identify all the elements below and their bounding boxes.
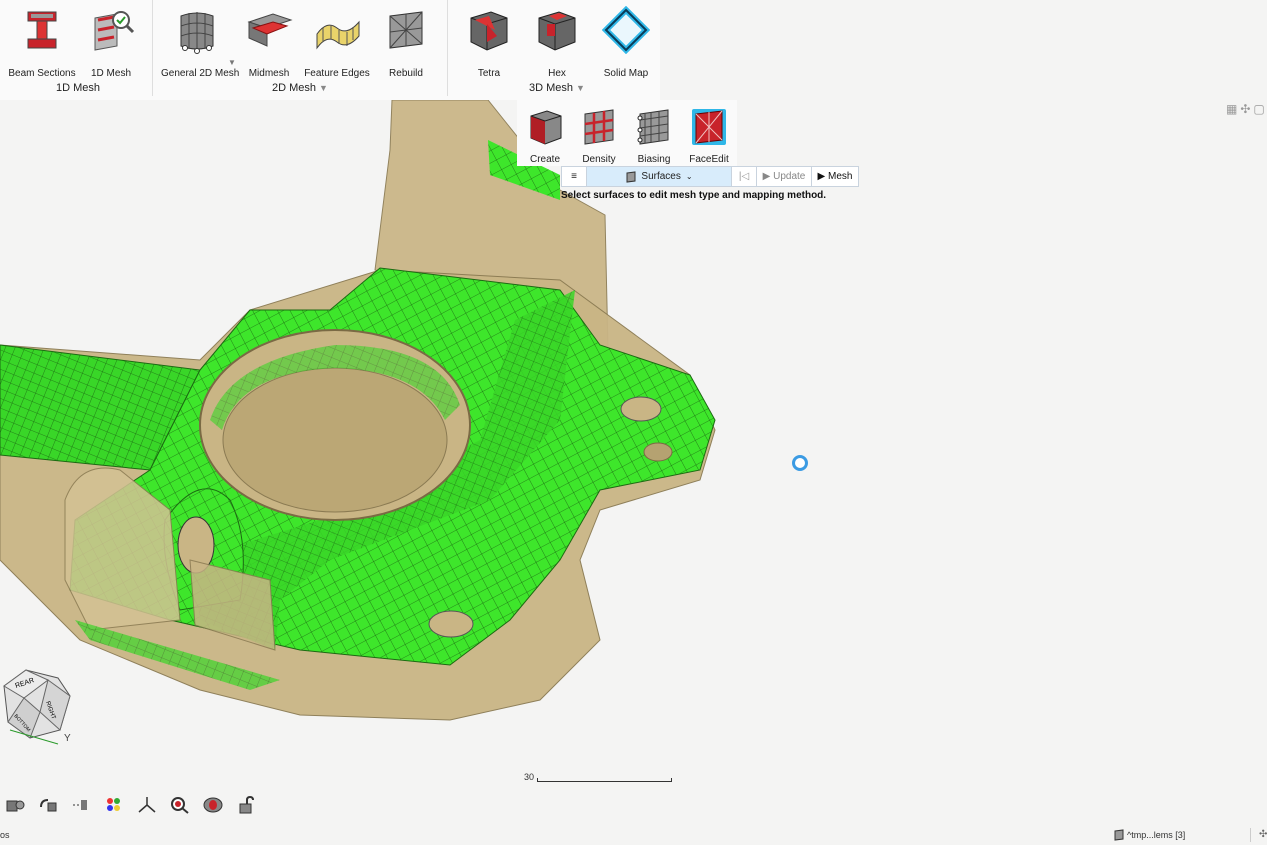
general-2d-mesh-icon [180,12,214,54]
move-icon[interactable]: ✣ [1240,102,1250,116]
surfaces-selector-label: Surfaces [641,171,681,182]
bolt-hole [428,610,474,638]
beam-sections-label: Beam Sections [8,68,76,79]
menu-icon[interactable]: ≡ [562,167,587,186]
mesh-button[interactable]: ▶ Mesh [812,167,858,186]
density-label: Density [582,154,616,165]
tetra-label: Tetra [477,68,501,79]
status-collector-label: ^tmp...lems [3] [1127,830,1186,840]
group-label-2d-mesh-text: 2D Mesh [272,82,317,94]
status-separator [1250,828,1251,842]
graphics-viewport[interactable] [0,99,1267,790]
zoom-fit-icon[interactable] [168,794,192,816]
rebuild-label: Rebuild [389,68,423,79]
midmesh-icon [247,13,293,47]
status-left-text: os [0,830,10,840]
busy-spinner-icon [792,455,808,471]
hex-icon [538,11,576,51]
view-model-icon[interactable] [201,794,225,816]
viewport-corner-icons: ▦ ✣ ▢ [1226,102,1267,116]
first-step-button[interactable]: |◁ [732,167,757,186]
window-icon[interactable]: ▢ [1253,102,1264,116]
general-2d-mesh-tool[interactable]: General 2D Mesh [161,6,240,79]
feature-edges-tool[interactable]: Feature Edges [301,6,373,79]
create-label: Create [529,154,560,165]
1d-mesh-label: 1D Mesh [90,68,131,79]
faceedit-icon [692,109,726,145]
rotate-view-icon[interactable] [36,794,60,816]
1d-mesh-tool[interactable]: 1D Mesh [75,6,147,79]
create-icon [530,110,562,145]
scale-bar [537,778,672,782]
ribbon-separator [152,0,153,96]
chevron-down-icon: ⌄ [685,172,693,181]
biasing-icon [637,109,669,145]
section-cut-icon[interactable] [69,794,93,816]
biasing-label: Biasing [637,154,671,165]
surface-icon [626,170,636,183]
camera-icon[interactable] [3,794,27,816]
grid-icon[interactable]: ▦ [1226,102,1237,116]
scale-label: 30 [524,772,535,782]
tetra-icon [470,11,508,51]
group-label-2d-mesh: 2D Mesh ▼ [272,82,328,94]
solid-map-icon [602,6,650,54]
midmesh-tool[interactable]: Midmesh [233,6,305,79]
ribbon: Beam Sections 1D Mesh 1D Mesh General 2D… [0,0,660,100]
bolt-hole [620,396,662,422]
lock-icon[interactable] [234,794,258,816]
midmesh-label: Midmesh [248,68,290,79]
hex-tool[interactable]: Hex [521,6,593,79]
general-2d-mesh-label: General 2D Mesh [161,68,240,79]
solid-map-label: Solid Map [603,68,649,79]
hex-label: Hex [548,68,566,79]
solid-map-tool[interactable]: Solid Map [590,6,662,79]
update-button[interactable]: ▶ Update [757,167,812,186]
1d-mesh-icon [94,11,135,51]
ribbon-separator [447,0,448,96]
create-tool[interactable]: Create [517,106,573,165]
density-icon [584,109,614,145]
color-palette-icon[interactable] [102,794,126,816]
rebuild-tool[interactable]: Rebuild [370,6,442,79]
surface-icon [1114,829,1124,841]
status-settings-icon[interactable]: ✣ [1259,829,1267,840]
tetra-tool[interactable]: Tetra [453,6,525,79]
group-label-3d-mesh: 3D Mesh ▼ [529,82,585,94]
group-label-3d-mesh-text: 3D Mesh [529,82,574,94]
status-collector[interactable]: ^tmp...lems [3] [1114,829,1185,841]
surfaces-selector[interactable]: Surfaces ⌄ [587,167,732,186]
bottom-toolbar [3,794,258,816]
feature-edges-label: Feature Edges [304,68,370,79]
model-render[interactable] [0,99,1267,790]
guide-message: Select surfaces to edit mesh type and ma… [561,190,827,201]
chevron-down-icon[interactable]: ▼ [576,83,585,93]
chevron-down-icon[interactable]: ▼ [319,83,328,93]
biasing-tool[interactable]: Biasing [626,106,682,165]
rebuild-icon [389,11,423,49]
y-axis-label: Y [64,733,71,744]
feature-edges-icon [316,20,360,50]
beam-sections-icon [27,11,57,49]
density-tool[interactable]: Density [571,106,627,165]
faceedit-tool[interactable]: FaceEdit [681,106,737,165]
group-label-1d-mesh: 1D Mesh [56,82,101,94]
beam-sections-tool[interactable]: Beam Sections [6,6,78,79]
axis-triad-icon[interactable] [135,794,159,816]
faceedit-label: FaceEdit [689,154,729,165]
bolt-hole [643,442,673,462]
bore-inner [222,367,448,513]
guide-bar: ≡ Surfaces ⌄ |◁ ▶ Update ▶ Mesh [561,166,859,187]
solid-map-subtools: Create Density Biasing FaceEdit [517,100,737,166]
